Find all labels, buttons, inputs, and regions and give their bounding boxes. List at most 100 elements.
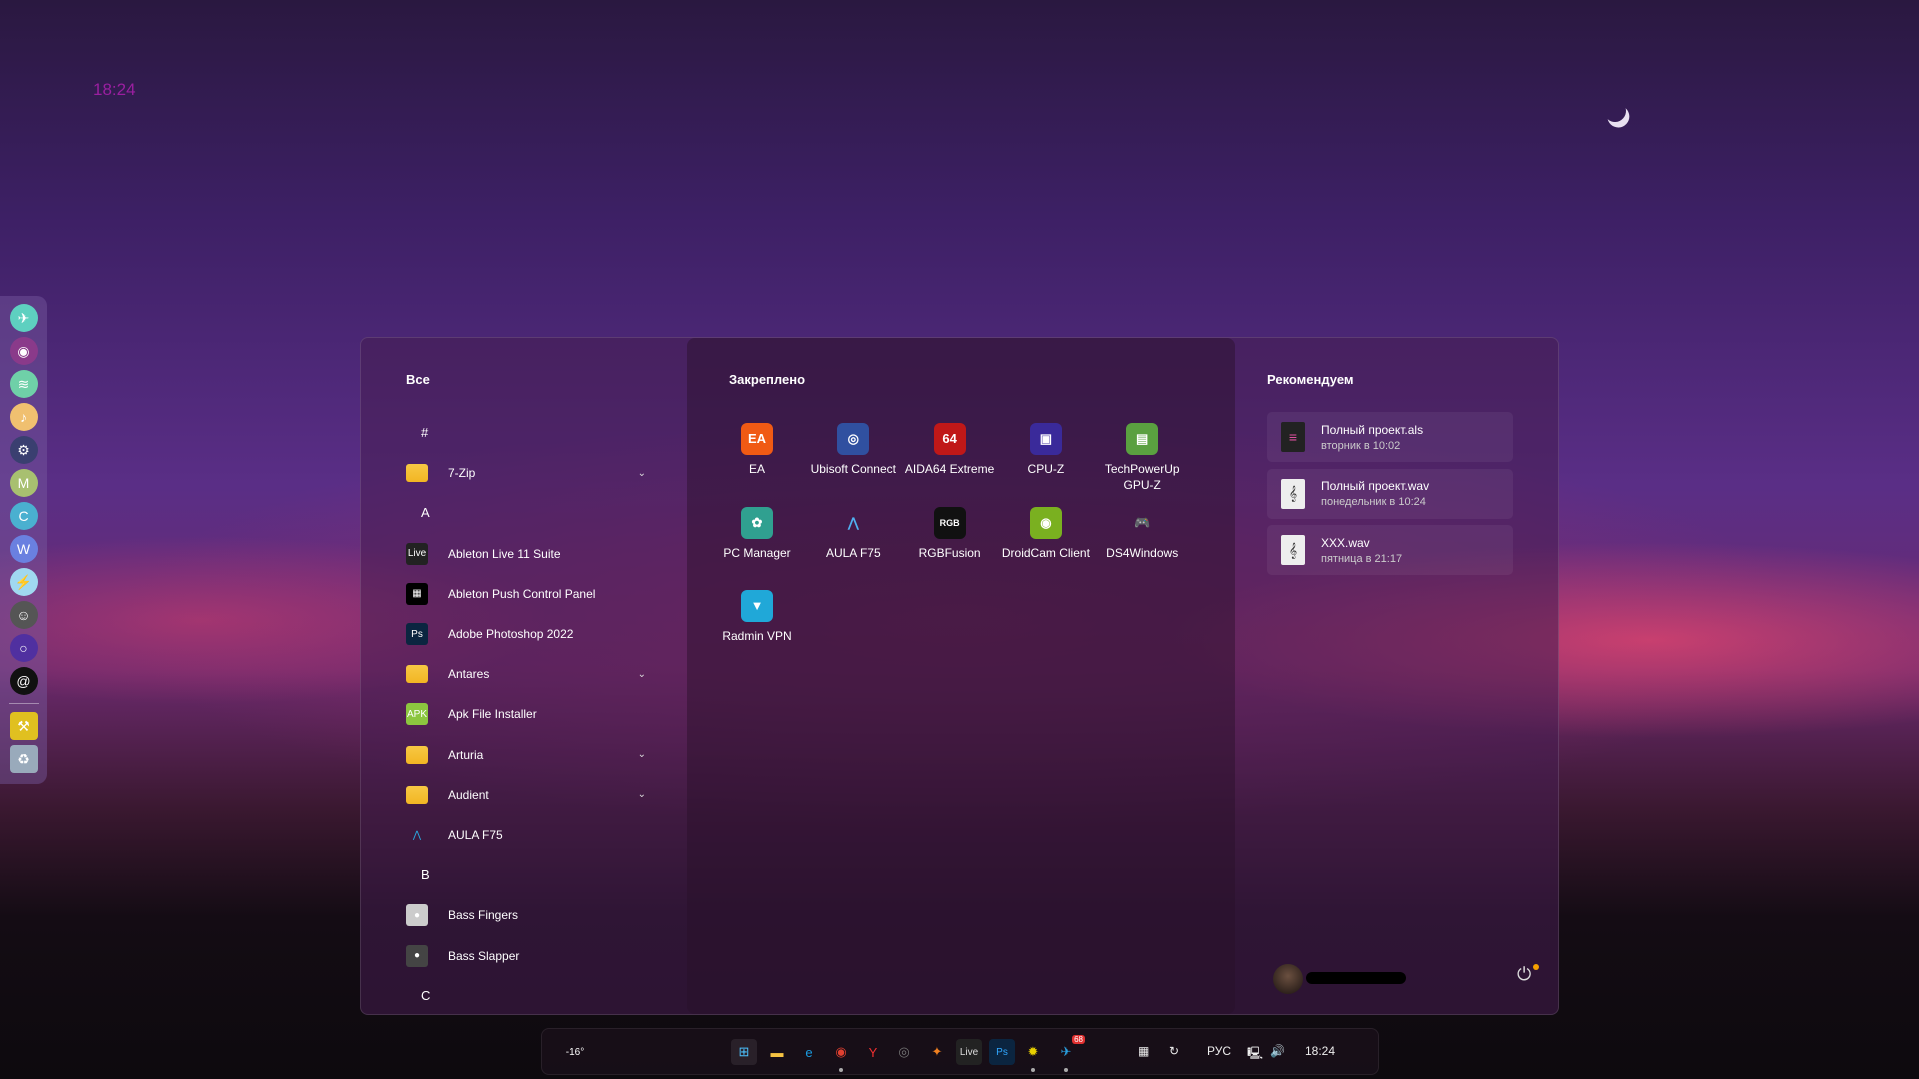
taskbar: -16° ▦ ↻ РУС 🖳 🔊 18:24 ⊞ ▬ e ◉ Y ◎ ✦ Live Ps ✹ ✈ 68 — [541, 1028, 1379, 1075]
pinned-app[interactable]: ✿ PC Manager — [707, 506, 807, 561]
taskbar-file-explorer-icon[interactable]: ▬ — [764, 1039, 790, 1065]
unread-badge: 68 — [1072, 1035, 1085, 1044]
pinned-app[interactable]: ▤ TechPowerUp GPU-Z — [1092, 423, 1192, 493]
folder-item[interactable]: Arturia ⌄ — [406, 737, 646, 773]
app-item[interactable]: APK Apk File Installer — [406, 696, 646, 732]
dock-spiral-app-icon[interactable]: @ — [9, 667, 38, 695]
item-label: Antares — [448, 667, 490, 682]
pinned-app-icon: ✿ — [741, 506, 773, 539]
item-label: Arturia — [448, 747, 484, 762]
app-item[interactable]: Ps Adobe Photoshop 2022 — [406, 616, 646, 652]
dock-recycle-bin-icon[interactable]: ♻ — [9, 745, 38, 773]
letter-header[interactable]: A — [421, 505, 430, 520]
user-avatar[interactable] — [1273, 964, 1303, 994]
app-icon: ● — [406, 904, 428, 927]
file-name: Полный проект.als — [1321, 422, 1424, 437]
taskbar-glyph: Live — [959, 1046, 979, 1058]
pinned-app[interactable]: 🎮 DS4Windows — [1092, 507, 1192, 561]
dock-discord-icon[interactable]: ◉ — [9, 337, 38, 365]
letter-header[interactable]: B — [421, 867, 430, 882]
folder-icon — [406, 464, 428, 483]
taskbar-yandex-browser-icon[interactable]: Y — [860, 1039, 886, 1065]
pinned-app-label: EA — [748, 462, 765, 476]
folder-icon — [406, 745, 428, 764]
taskbar-glyph: ▬ — [770, 1044, 784, 1060]
app-item[interactable]: ● Bass Fingers — [406, 897, 646, 933]
pinned-app[interactable]: 64 AIDA64 Extreme — [900, 423, 1000, 477]
dock-game-wolf-icon[interactable]: W — [9, 535, 38, 563]
chevron-down-icon[interactable]: ⌄ — [638, 669, 646, 680]
taskbar-glyph: ✦ — [931, 1044, 943, 1059]
power-icon: ⏻ — [1517, 964, 1532, 984]
letter-header[interactable]: # — [421, 425, 428, 440]
app-item[interactable]: ⋀ AULA F75 — [406, 817, 646, 853]
pinned-app[interactable]: ◎ Ubisoft Connect — [803, 423, 903, 477]
dock-minecraft-icon[interactable]: M — [9, 469, 38, 497]
pinned-app[interactable]: ◉ DroidCam Client — [996, 506, 1096, 561]
taskbar-edge-icon[interactable]: e — [796, 1039, 822, 1065]
dock-cities-skylines-icon[interactable]: C — [9, 502, 38, 530]
pinned-app-icon: RGB — [933, 506, 966, 539]
file-text: Полный проект.als вторник в 10:02 — [1321, 423, 1423, 452]
recommended-title: Рекомендуем — [1267, 372, 1354, 387]
pinned-app-label: PC Manager — [723, 545, 791, 560]
taskbar-photoshop-icon[interactable]: Ps — [989, 1039, 1015, 1065]
dock-spotify-icon[interactable]: ≋ — [9, 370, 38, 398]
folder-item[interactable]: Audient ⌄ — [406, 777, 646, 813]
pinned-app-label: DroidCam Client — [1001, 545, 1090, 560]
pinned-app[interactable]: EA EA — [707, 423, 807, 477]
chevron-down-icon[interactable]: ⌄ — [638, 468, 646, 479]
language-indicator[interactable]: РУС — [1207, 1044, 1231, 1058]
taskbar-obs-icon[interactable]: ◎ — [891, 1039, 917, 1065]
dock-agent-icon[interactable]: ☺ — [9, 601, 38, 629]
pinned-title: Закреплено — [729, 372, 806, 387]
dock-telegram-icon[interactable]: ✈ — [9, 304, 38, 332]
recommended-column: Рекомендуем ≡ Полный проект.als вторник в … — [1235, 338, 1558, 1014]
pinned-app-icon: ⋀ — [847, 514, 859, 530]
file-time: пятница в 21:17 — [1321, 552, 1403, 565]
start-menu: Все #7-Zip ⌄ A Live Ableton Live 11 Suite ▦ Ab… — [360, 337, 1559, 1015]
chevron-down-icon[interactable]: ⌄ — [638, 789, 646, 800]
chevron-down-icon[interactable]: ⌄ — [638, 749, 646, 760]
running-indicator — [1064, 1068, 1068, 1072]
weather-widget[interactable]: -16° — [562, 1039, 588, 1065]
pinned-app[interactable]: RGB RGBFusion — [900, 506, 1000, 561]
pinned-app-label: AIDA64 Extreme — [904, 462, 995, 476]
app-item[interactable]: Live Ableton Live 11 Suite — [406, 536, 646, 572]
taskbar-glyph: ◉ — [835, 1044, 847, 1059]
taskbar-clock[interactable]: 18:24 — [1305, 1044, 1335, 1058]
pinned-app[interactable]: ▼ Radmin VPN — [707, 590, 807, 644]
dock-ring-app-icon[interactable]: ○ — [9, 634, 38, 662]
recommended-file[interactable]: 𝄞 Полный проект.wav понедельник в 10:24 — [1267, 468, 1513, 519]
file-icon: 𝄞 — [1281, 478, 1305, 509]
folder-item[interactable]: 7-Zip ⌄ — [406, 455, 646, 491]
taskbar-ableton-live-icon[interactable]: Live — [956, 1039, 982, 1065]
taskbar-telegram-icon[interactable]: ✈ 68 — [1053, 1035, 1085, 1072]
recommended-file[interactable]: 𝄞 XXX.wav пятница в 21:17 — [1267, 525, 1513, 575]
taskbar-start-icon[interactable]: ⊞ — [731, 1039, 757, 1065]
power-button[interactable]: ⏻ — [1517, 964, 1539, 986]
dock-game-lightning-icon[interactable]: ⚡ — [9, 568, 38, 596]
dock-steam-icon[interactable]: ⚙ — [9, 436, 38, 464]
sync-icon[interactable]: ↻ — [1169, 1044, 1179, 1058]
qr-icon[interactable]: ▦ — [1138, 1044, 1149, 1058]
item-label: 7-Zip — [448, 466, 476, 481]
taskbar-chrome-icon[interactable]: ◉ — [828, 1039, 854, 1072]
pinned-app[interactable]: ⋀ AULA F75 — [803, 507, 903, 561]
taskbar-glyph: ◎ — [898, 1044, 910, 1059]
app-item[interactable]: ▦ Ableton Push Control Panel — [406, 576, 646, 612]
file-time: понедельник в 10:24 — [1321, 496, 1426, 508]
all-apps-title: Все — [406, 372, 430, 387]
dock-tools-icon[interactable]: ⚒ — [9, 712, 38, 740]
taskbar-fl-studio-icon[interactable]: ✦ — [924, 1039, 950, 1065]
taskbar-sun-app-icon[interactable]: ✹ — [1020, 1039, 1046, 1072]
recommended-file[interactable]: ≡ Полный проект.als вторник в 10:02 — [1267, 412, 1513, 462]
dock-music-icon[interactable]: ♪ — [9, 403, 38, 431]
network-icon[interactable]: 🖳 — [1247, 1044, 1263, 1065]
volume-icon[interactable]: 🔊 — [1270, 1044, 1285, 1058]
pinned-column: Закреплено EA EA ◎ Ubisoft Connect 64 AIDA64 … — [687, 338, 1235, 1014]
taskbar-glyph: ✈ — [1060, 1044, 1072, 1059]
side-dock: ✈ ◉ ≋ ♪ ⚙ M C W ⚡ ☺ ○ @ ⚒ ♻ — [0, 296, 47, 784]
folder-item[interactable]: Antares ⌄ — [406, 656, 646, 692]
pinned-app[interactable]: ▣ CPU-Z — [996, 423, 1096, 477]
